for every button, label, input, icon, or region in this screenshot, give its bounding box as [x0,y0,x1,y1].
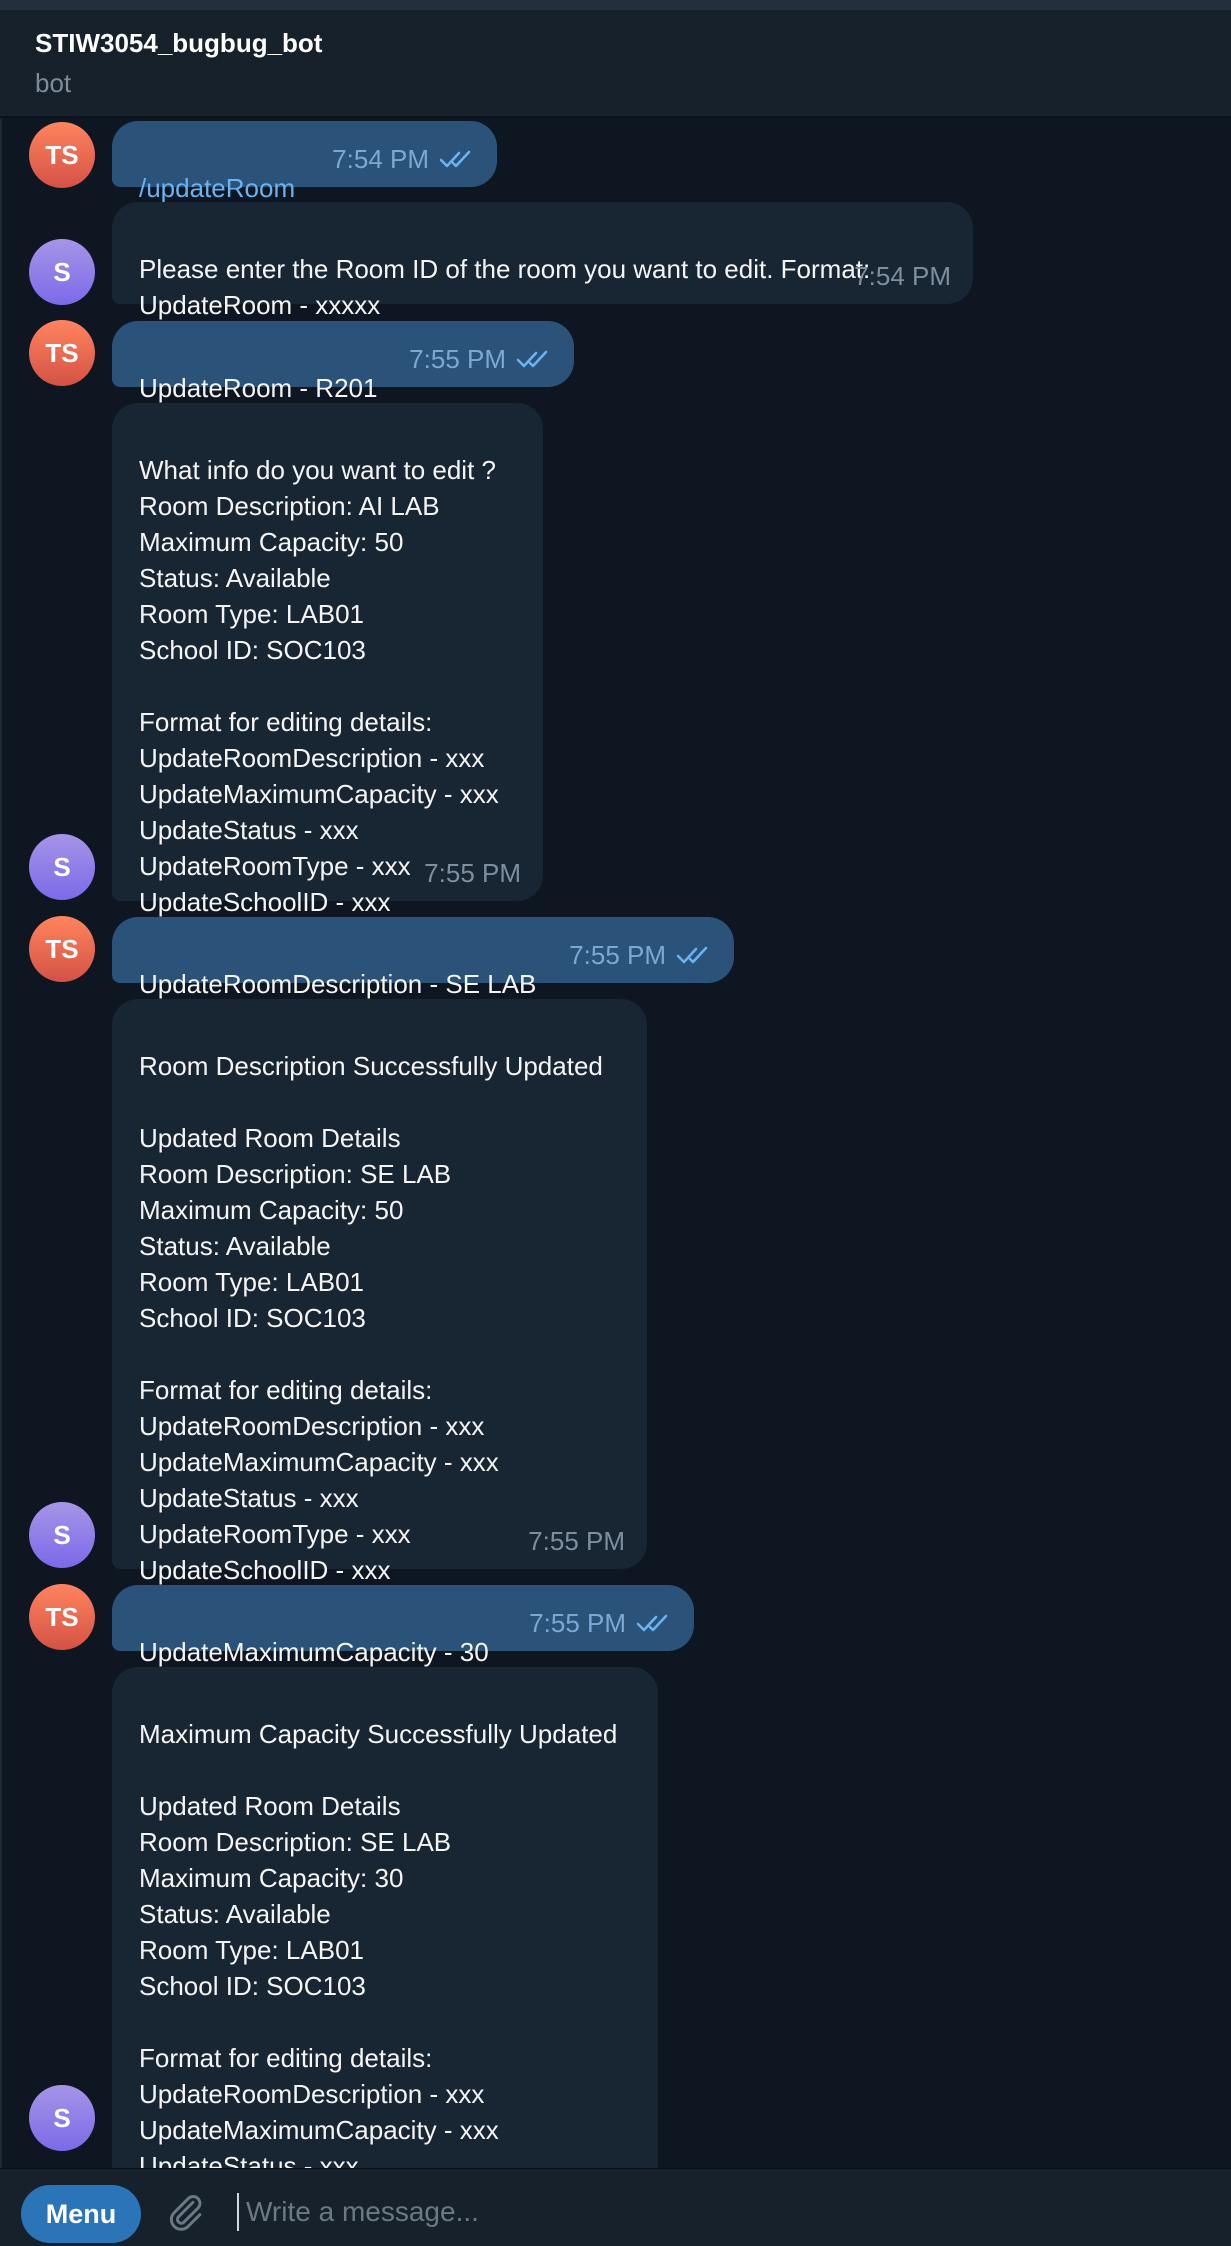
message-meta: 7:55 PM [529,1605,672,1641]
message-time: 7:55 PM [528,1526,625,1556]
message-input[interactable] [244,2189,1148,2235]
message-text: Maximum Capacity Successfully Updated Up… [139,1719,618,2168]
message-bubble-outgoing[interactable]: UpdateRoom - R201 7:55 PM [112,321,574,403]
double-check-icon [516,350,548,368]
message-meta: 7:54 PM [854,258,951,294]
message-meta: 7:55 PM [409,341,552,377]
double-check-icon [676,946,708,964]
user-avatar[interactable]: TS [29,1584,95,1650]
message-bubble-outgoing[interactable]: /updateRoom 7:54 PM [112,121,497,203]
bot-avatar[interactable]: S [29,1502,95,1568]
message-meta: 7:55 PM [569,937,712,973]
message-bubble-incoming[interactable]: What info do you want to edit ? Room Des… [112,403,543,917]
message-time: 7:54 PM [854,261,951,291]
chat-header[interactable]: STIW3054_bugbug_bot bot [0,10,1231,118]
message-time: 7:54 PM [332,144,429,174]
chat-subtitle: bot [35,68,72,98]
text-caret [237,2193,239,2231]
message-time: 7:55 PM [529,1608,626,1638]
message-time: 7:55 PM [424,858,521,888]
message-text: Please enter the Room ID of the room you… [139,254,871,320]
window-top-strip [0,0,1231,10]
divider [0,118,2,2168]
message-text: What info do you want to edit ? Room Des… [139,455,499,917]
message-meta: 7:55 PM [528,1523,625,1559]
message-time: 7:55 PM [409,344,506,374]
user-avatar[interactable]: TS [29,320,95,386]
message-meta: 7:54 PM [332,141,475,177]
message-bubble-outgoing[interactable]: UpdateRoomDescription - SE LAB 7:55 PM [112,917,734,999]
user-avatar[interactable]: TS [29,916,95,982]
paperclip-icon[interactable] [164,2191,206,2233]
message-bubble-incoming[interactable]: Maximum Capacity Successfully Updated Up… [112,1667,658,2168]
menu-button[interactable]: Menu [21,2185,141,2243]
bot-avatar[interactable]: S [29,239,95,305]
user-avatar[interactable]: TS [29,122,95,188]
chat-title: STIW3054_bugbug_bot [35,28,323,58]
message-text: Room Description Successfully Updated Up… [139,1051,603,1585]
message-bubble-outgoing[interactable]: UpdateMaximumCapacity - 30 7:55 PM [112,1585,694,1667]
double-check-icon [439,150,471,168]
message-bubble-incoming[interactable]: Room Description Successfully Updated Up… [112,999,647,1585]
bot-avatar[interactable]: S [29,2085,95,2151]
bot-avatar[interactable]: S [29,834,95,900]
message-meta: 7:55 PM [424,855,521,891]
message-time: 7:55 PM [569,940,666,970]
message-composer: Menu [0,2168,1231,2246]
message-bubble-incoming[interactable]: Please enter the Room ID of the room you… [112,202,973,320]
double-check-icon [636,1614,668,1632]
message-list[interactable]: TS /updateRoom 7:54 PM S Please enter th… [0,118,1231,2168]
